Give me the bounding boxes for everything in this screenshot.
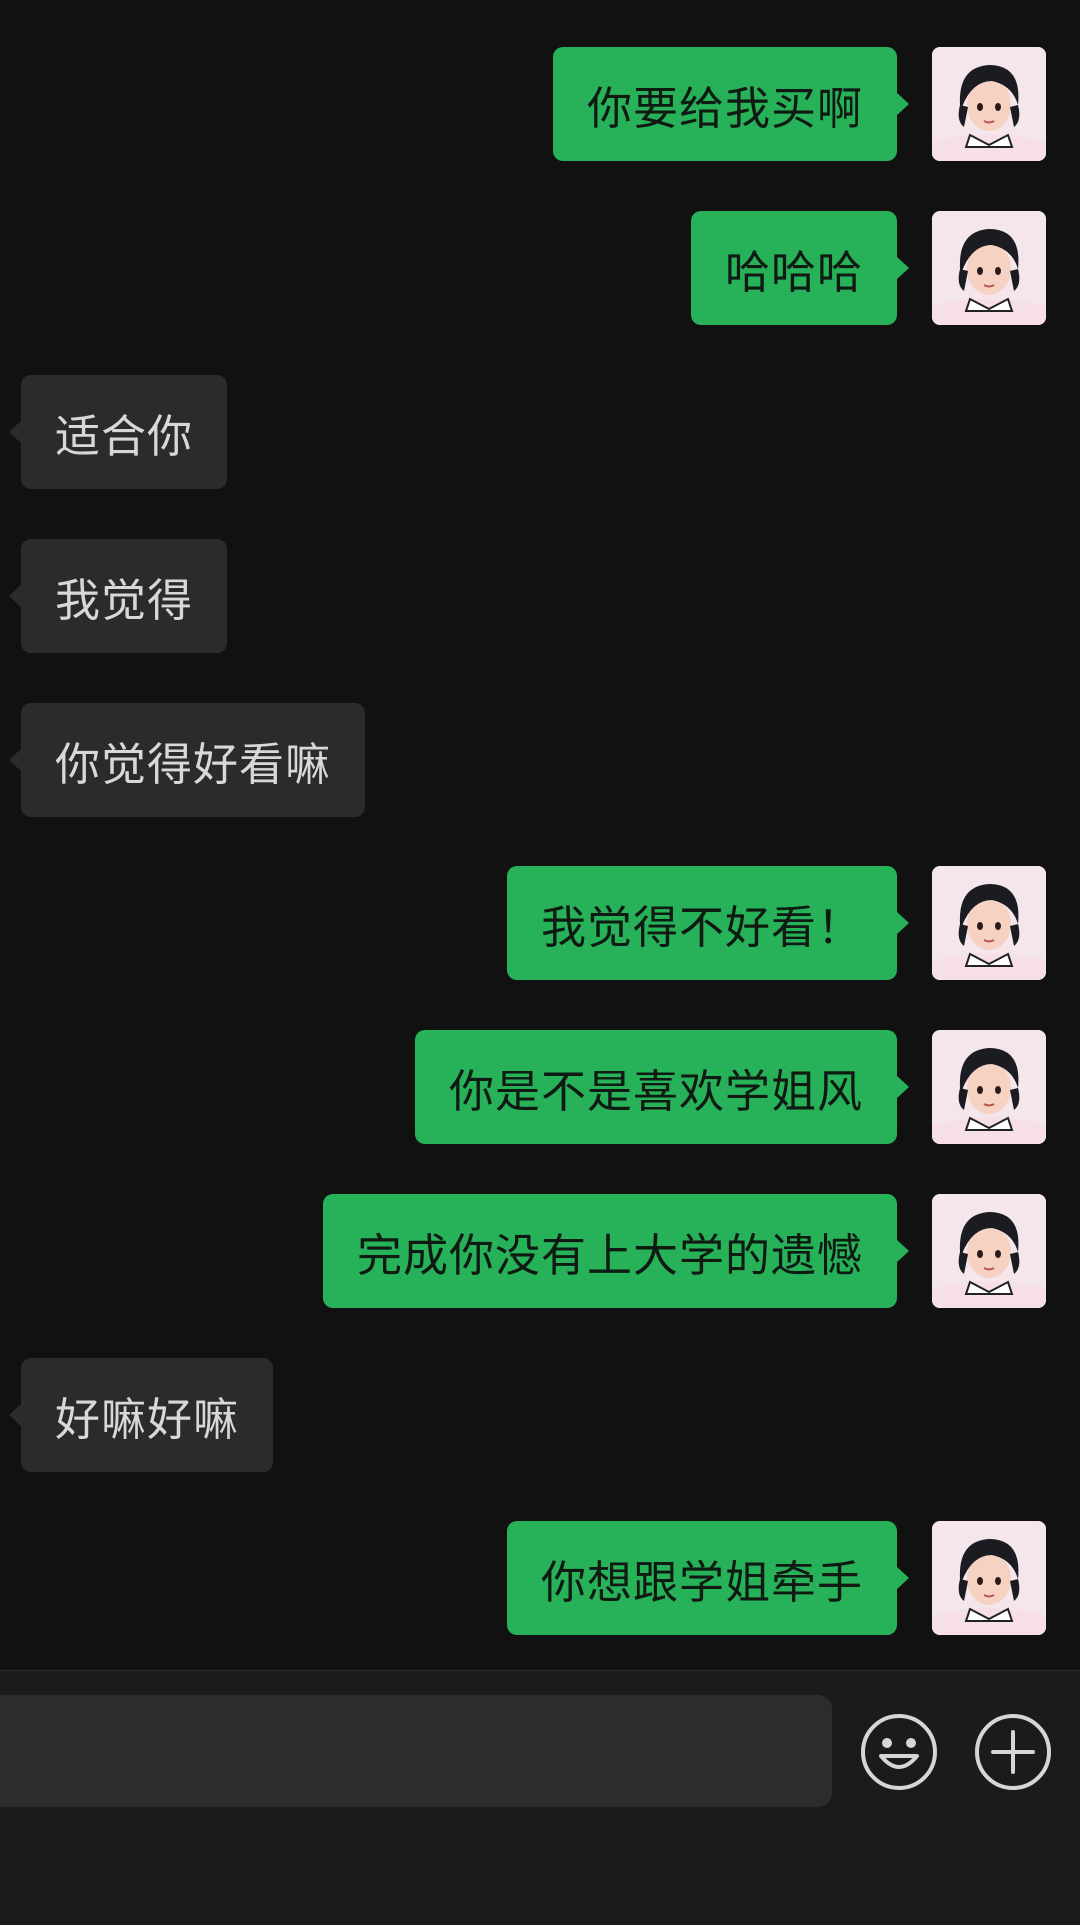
message-row: 我觉得不好看！ <box>0 866 1080 982</box>
message-row: 完成你没有上大学的遗憾 <box>0 1194 1080 1310</box>
message-row: 你觉得好看嘛 <box>0 703 1080 819</box>
outgoing-message-bubble[interactable]: 你是不是喜欢学姐风 <box>414 1030 910 1144</box>
incoming-message-bubble[interactable]: 你觉得好看嘛 <box>8 703 366 817</box>
user-avatar[interactable] <box>932 211 1046 325</box>
incoming-message-bubble[interactable]: 好嘛好嘛 <box>8 1358 274 1472</box>
message-input-bar <box>0 1670 1080 1925</box>
message-row: 你想跟学姐牵手 <box>0 1521 1080 1637</box>
user-avatar[interactable] <box>932 1194 1046 1308</box>
smiley-face-icon[interactable] <box>859 1712 939 1792</box>
outgoing-message-bubble[interactable]: 你想跟学姐牵手 <box>506 1521 910 1635</box>
incoming-message-bubble[interactable]: 我觉得 <box>8 539 228 653</box>
message-row: 我觉得 <box>0 539 1080 655</box>
incoming-message-bubble[interactable]: 适合你 <box>8 375 228 489</box>
chat-screen: 你要给我买啊 哈哈哈 适合你 我觉得 你觉得好看嘛 我觉得不好看！ 你是不是喜欢… <box>0 0 1080 1925</box>
outgoing-message-bubble[interactable]: 哈哈哈 <box>690 211 910 325</box>
user-avatar[interactable] <box>932 866 1046 980</box>
message-row: 你要给我买啊 <box>0 47 1080 163</box>
plus-circle-icon[interactable] <box>973 1712 1053 1792</box>
message-row: 好嘛好嘛 <box>0 1358 1080 1474</box>
user-avatar[interactable] <box>932 47 1046 161</box>
outgoing-message-bubble[interactable]: 你要给我买啊 <box>552 47 910 161</box>
message-row: 你是不是喜欢学姐风 <box>0 1030 1080 1146</box>
user-avatar[interactable] <box>932 1521 1046 1635</box>
message-row: 适合你 <box>0 375 1080 491</box>
outgoing-message-bubble[interactable]: 我觉得不好看！ <box>506 866 910 980</box>
user-avatar[interactable] <box>932 1030 1046 1144</box>
message-input[interactable] <box>0 1695 832 1807</box>
message-row: 哈哈哈 <box>0 211 1080 327</box>
outgoing-message-bubble[interactable]: 完成你没有上大学的遗憾 <box>322 1194 910 1308</box>
